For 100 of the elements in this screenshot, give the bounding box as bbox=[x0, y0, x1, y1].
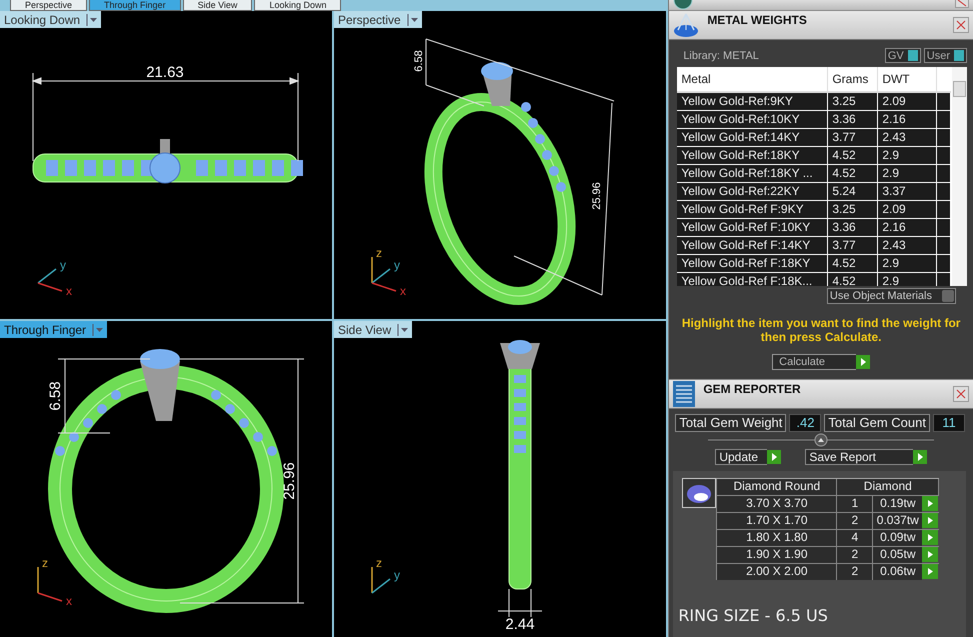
axis-label: y bbox=[394, 258, 400, 272]
library-label: Library: METAL bbox=[683, 50, 760, 62]
dimension-label: 21.63 bbox=[146, 64, 184, 81]
axis-label: z bbox=[42, 556, 48, 570]
table-cell: 2.09 bbox=[878, 201, 938, 218]
table-cell: 2.9 bbox=[878, 255, 938, 272]
panel-title: METAL WEIGHTS bbox=[707, 12, 808, 27]
table-cell: 2.16 bbox=[878, 219, 938, 236]
total-label: Total Gem Weight bbox=[675, 414, 786, 432]
dimension-label: 25.96 bbox=[281, 462, 298, 500]
viewport-label[interactable]: Perspective bbox=[334, 11, 422, 28]
table-cell: 2.16 bbox=[878, 111, 938, 128]
table-cell: 2.9 bbox=[878, 147, 938, 164]
table-cell: Yellow Gold-Ref:18KY ... bbox=[677, 165, 828, 182]
table-cell: 3.77 bbox=[828, 129, 878, 146]
column-header: DWT bbox=[878, 67, 938, 91]
table-row[interactable]: Yellow Gold-Ref:10KY 3.36 2.16 bbox=[677, 111, 951, 129]
viewport-label[interactable]: Looking Down bbox=[0, 11, 102, 28]
total-label: Total Gem Count bbox=[824, 414, 930, 432]
table-cell: 3.36 bbox=[828, 219, 878, 236]
total-value: 11 bbox=[932, 414, 965, 432]
table-cell: 4.52 bbox=[828, 147, 878, 164]
table-cell: 0.09tw bbox=[872, 530, 922, 546]
ring-size-text: RING SIZE - 6.5 US bbox=[678, 606, 829, 625]
dimension-label: 6.58 bbox=[413, 50, 425, 72]
action-button[interactable]: Update bbox=[715, 449, 768, 465]
table-cell: 1.90 X 1.90 bbox=[716, 547, 836, 563]
table-row[interactable]: Yellow Gold-Ref:14KY 3.77 2.43 bbox=[677, 129, 951, 147]
table-cell: Yellow Gold-Ref:14KY bbox=[677, 129, 828, 146]
table-cell: 3.77 bbox=[828, 237, 878, 254]
table-cell: 3.25 bbox=[828, 93, 878, 110]
viewport-title: Through Finger bbox=[4, 322, 86, 336]
table-row[interactable]: Yellow Gold-Ref:22KY 5.24 3.37 bbox=[677, 183, 951, 201]
use-object-materials-button[interactable]: Use Object Materials bbox=[826, 288, 956, 304]
table-cell: 0.19tw bbox=[872, 496, 922, 512]
table-cell: Yellow Gold-Ref:18KY bbox=[677, 147, 828, 164]
viewport-label[interactable]: Through Finger bbox=[0, 321, 108, 338]
viewport-title: Side View bbox=[338, 322, 392, 336]
table-cell: 0.037tw bbox=[872, 513, 922, 529]
table-row[interactable]: Yellow Gold-Ref F:10KY 3.36 2.16 bbox=[677, 219, 951, 237]
table-cell: 3.70 X 3.70 bbox=[716, 496, 836, 512]
table-cell: 3.37 bbox=[878, 183, 938, 200]
table-cell: 0.05tw bbox=[872, 547, 922, 563]
viewport-title: Looking Down bbox=[4, 12, 80, 26]
table-cell: 1 bbox=[836, 496, 872, 512]
view-tab[interactable]: Through Finger bbox=[89, 0, 181, 11]
table-cell: Yellow Gold-Ref:10KY bbox=[677, 111, 828, 128]
axis-label: z bbox=[376, 556, 382, 570]
toggle-button[interactable]: GV bbox=[884, 48, 921, 63]
table-cell: 1.80 X 1.80 bbox=[716, 530, 836, 546]
table-cell: 2.09 bbox=[878, 93, 938, 110]
table-cell: 2.00 X 2.00 bbox=[716, 564, 836, 580]
action-button[interactable]: Save Report bbox=[805, 449, 914, 465]
table-cell: 2.43 bbox=[878, 237, 938, 254]
table-cell: 2.43 bbox=[878, 129, 938, 146]
total-value: .42 bbox=[789, 414, 822, 432]
table-cell: Yellow Gold-Ref:22KY bbox=[677, 183, 828, 200]
column-header: Grams bbox=[828, 67, 878, 91]
table-cell: 4.52 bbox=[828, 165, 878, 182]
table-row[interactable]: Yellow Gold-Ref F:18K... 4.52 2.9 bbox=[677, 273, 951, 286]
column-header: Metal bbox=[677, 67, 828, 91]
table-row[interactable]: Yellow Gold-Ref F:14KY 3.77 2.43 bbox=[677, 237, 951, 255]
view-tab[interactable]: Looking Down bbox=[254, 0, 342, 11]
dimension-label: 2.44 bbox=[505, 616, 535, 631]
table-cell: Yellow Gold-Ref F:10KY bbox=[677, 219, 828, 236]
table-cell: Yellow Gold-Ref F:9KY bbox=[677, 201, 828, 218]
table-cell: 3.36 bbox=[828, 111, 878, 128]
table-row[interactable]: Yellow Gold-Ref F:9KY 3.25 2.09 bbox=[677, 201, 951, 219]
table-row[interactable]: Yellow Gold-Ref:18KY ... 4.52 2.9 bbox=[677, 165, 951, 183]
axis-label: z bbox=[376, 246, 382, 260]
table-cell: 4 bbox=[836, 530, 872, 546]
axis-label: y bbox=[60, 258, 66, 272]
table-row[interactable]: Yellow Gold-Ref:18KY 4.52 2.9 bbox=[677, 147, 951, 165]
table-cell: 5.24 bbox=[828, 183, 878, 200]
view-tab[interactable]: Side View bbox=[182, 0, 252, 11]
table-row[interactable]: Yellow Gold-Ref F:18KY 4.52 2.9 bbox=[677, 255, 951, 273]
panel-title: GEM REPORTER bbox=[703, 381, 802, 396]
calculate-button[interactable]: Calculate bbox=[772, 354, 856, 370]
table-cell: 2 bbox=[836, 564, 872, 580]
axis-label: x bbox=[400, 284, 406, 298]
table-cell: 2 bbox=[836, 513, 872, 529]
viewport-label[interactable]: Side View bbox=[334, 321, 412, 338]
column-header: Diamond bbox=[836, 479, 940, 495]
table-cell: 2 bbox=[836, 547, 872, 563]
table-cell: 3.25 bbox=[828, 201, 878, 218]
dimension-label: 6.58 bbox=[47, 381, 64, 411]
toggle-button[interactable]: User bbox=[924, 48, 967, 63]
table-cell: Yellow Gold-Ref:9KY bbox=[677, 93, 828, 110]
axis-label: y bbox=[394, 568, 400, 582]
axis-label: x bbox=[66, 594, 72, 608]
view-tab[interactable]: Perspective bbox=[10, 0, 88, 11]
table-cell: 2.9 bbox=[878, 165, 938, 182]
table-cell: 4.52 bbox=[828, 255, 878, 272]
table-cell: 0.06tw bbox=[872, 564, 922, 580]
table-cell: Yellow Gold-Ref F:18KY bbox=[677, 255, 828, 272]
table-cell: 1.70 X 1.70 bbox=[716, 513, 836, 529]
table-row[interactable]: Yellow Gold-Ref:9KY 3.25 2.09 bbox=[677, 93, 951, 111]
axis-label: x bbox=[66, 284, 72, 298]
viewport-title: Perspective bbox=[338, 12, 401, 26]
dimension-label: 25.96 bbox=[591, 182, 603, 210]
